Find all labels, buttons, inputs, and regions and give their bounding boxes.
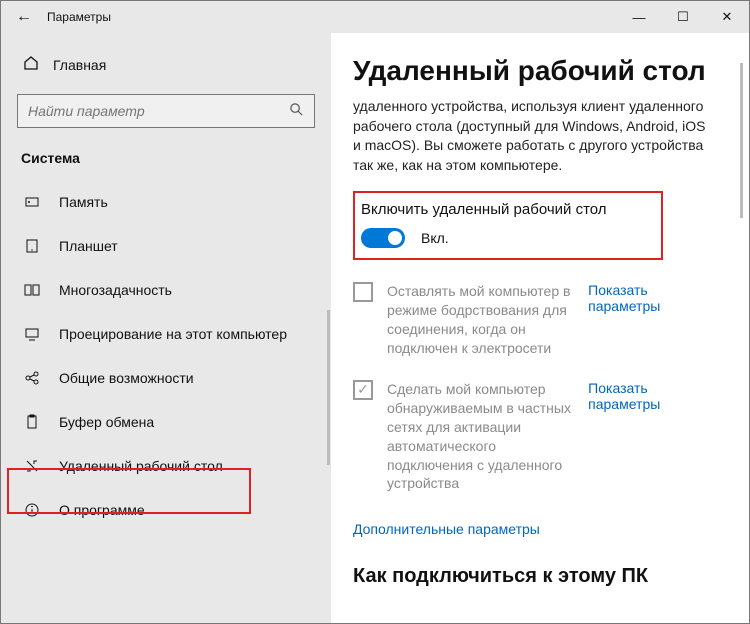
titlebar: ← Параметры — ☐ ✕ bbox=[1, 1, 749, 33]
sidebar-item-shared[interactable]: Общие возможности bbox=[1, 356, 331, 400]
back-button[interactable]: ← bbox=[15, 8, 33, 26]
multitasking-icon bbox=[23, 282, 41, 298]
search-input[interactable] bbox=[28, 103, 289, 119]
option-text: Оставлять мой компьютер в режиме бодрств… bbox=[387, 282, 574, 358]
sidebar-item-label: Планшет bbox=[59, 238, 118, 254]
sidebar-item-label: Память bbox=[59, 194, 108, 210]
search-box[interactable] bbox=[17, 94, 315, 128]
show-params-link[interactable]: Показать параметры bbox=[588, 380, 715, 412]
intro-text: удаленного устройства, используя клиент … bbox=[353, 97, 715, 175]
sidebar-item-label: Удаленный рабочий стол bbox=[59, 458, 223, 474]
section-heading: Система bbox=[1, 142, 331, 180]
sidebar-item-tablet[interactable]: Планшет bbox=[1, 224, 331, 268]
remote-desktop-toggle[interactable] bbox=[361, 228, 405, 248]
content-pane: Удаленный рабочий стол удаленного устрой… bbox=[331, 33, 749, 623]
content-scrollbar[interactable] bbox=[740, 63, 743, 218]
show-params-link[interactable]: Показать параметры bbox=[588, 282, 715, 314]
toggle-state-label: Вкл. bbox=[421, 230, 449, 246]
toggle-highlight-box: Включить удаленный рабочий стол Вкл. bbox=[353, 191, 663, 260]
shared-icon bbox=[23, 370, 41, 386]
sidebar-item-label: Буфер обмена bbox=[59, 414, 154, 430]
settings-window: ← Параметры — ☐ ✕ Главная Система bbox=[0, 0, 750, 624]
sidebar-item-label: Проецирование на этот компьютер bbox=[59, 326, 287, 342]
sidebar-scrollbar[interactable] bbox=[327, 310, 330, 465]
nav-list: Память Планшет Многозадачность Проециров… bbox=[1, 180, 331, 532]
home-icon bbox=[23, 55, 39, 74]
option-text: Сделать мой компьютер обнаруживаемым в ч… bbox=[387, 380, 574, 493]
sidebar-item-label: Многозадачность bbox=[59, 282, 172, 298]
page-title: Удаленный рабочий стол bbox=[353, 55, 715, 87]
sidebar-item-storage[interactable]: Память bbox=[1, 180, 331, 224]
sidebar-item-remote-desktop[interactable]: Удаленный рабочий стол bbox=[1, 444, 331, 488]
sidebar-item-about[interactable]: О программе bbox=[1, 488, 331, 532]
option-keep-awake: Оставлять мой компьютер в режиме бодрств… bbox=[353, 282, 715, 358]
clipboard-icon bbox=[23, 414, 41, 430]
sidebar-item-label: Общие возможности bbox=[59, 370, 194, 386]
home-label: Главная bbox=[53, 57, 106, 73]
option-discoverable: Сделать мой компьютер обнаруживаемым в ч… bbox=[353, 380, 715, 493]
minimize-button[interactable]: — bbox=[617, 1, 661, 33]
sidebar-item-projecting[interactable]: Проецирование на этот компьютер bbox=[1, 312, 331, 356]
maximize-button[interactable]: ☐ bbox=[661, 1, 705, 33]
sidebar-item-label: О программе bbox=[59, 502, 145, 518]
remote-desktop-icon bbox=[23, 458, 41, 474]
home-link[interactable]: Главная bbox=[1, 47, 331, 82]
projecting-icon bbox=[23, 326, 41, 342]
toggle-title: Включить удаленный рабочий стол bbox=[361, 201, 651, 218]
storage-icon bbox=[23, 194, 41, 210]
sidebar-item-clipboard[interactable]: Буфер обмена bbox=[1, 400, 331, 444]
how-to-connect-heading: Как подключиться к этому ПК bbox=[353, 565, 715, 588]
search-icon bbox=[289, 102, 304, 120]
sidebar: Главная Система Память Планшет bbox=[1, 33, 331, 623]
advanced-params-link[interactable]: Дополнительные параметры bbox=[353, 521, 715, 537]
window-title: Параметры bbox=[33, 10, 617, 24]
checkbox-discoverable[interactable] bbox=[353, 380, 373, 400]
close-button[interactable]: ✕ bbox=[705, 1, 749, 33]
checkbox-keep-awake[interactable] bbox=[353, 282, 373, 302]
sidebar-item-multitasking[interactable]: Многозадачность bbox=[1, 268, 331, 312]
about-icon bbox=[23, 502, 41, 518]
tablet-icon bbox=[23, 238, 41, 254]
